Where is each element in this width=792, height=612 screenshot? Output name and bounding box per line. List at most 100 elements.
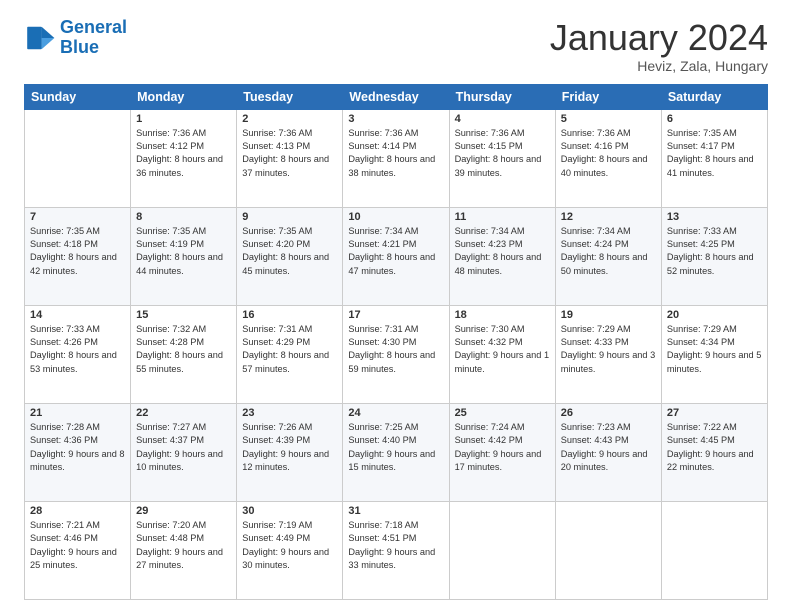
calendar-cell: 26Sunrise: 7:23 AMSunset: 4:43 PMDayligh… bbox=[555, 403, 661, 501]
calendar-cell bbox=[555, 501, 661, 599]
col-friday: Friday bbox=[555, 84, 661, 109]
day-number: 4 bbox=[455, 113, 550, 125]
cell-info: Sunrise: 7:27 AMSunset: 4:37 PMDaylight:… bbox=[136, 421, 231, 474]
col-wednesday: Wednesday bbox=[343, 84, 449, 109]
calendar-cell: 23 Sunrise: 7:26 AMSunset: 4:39 PMDayligh… bbox=[237, 403, 343, 501]
cell-info: Sunrise: 7:20 AMSunset: 4:48 PMDaylight:… bbox=[136, 519, 231, 572]
calendar-week-3: 14 Sunrise: 7:33 AMSunset: 4:26 PMDayligh… bbox=[25, 305, 768, 403]
day-number: 5 bbox=[561, 113, 656, 125]
cell-info: Sunrise: 7:26 AMSunset: 4:39 PMDaylight:… bbox=[242, 421, 337, 474]
day-number: 11 bbox=[455, 211, 550, 223]
day-number: 25 bbox=[455, 407, 550, 419]
cell-info: Sunrise: 7:36 AMSunset: 4:13 PMDaylight:… bbox=[242, 127, 337, 180]
day-number: 26 bbox=[561, 407, 656, 419]
day-number: 28 bbox=[30, 505, 125, 517]
day-number: 22 bbox=[136, 407, 231, 419]
day-number: 6 bbox=[667, 113, 762, 125]
cell-info: Sunrise: 7:36 AMSunset: 4:15 PMDaylight:… bbox=[455, 127, 550, 180]
cell-info: Sunrise: 7:35 AMSunset: 4:18 PMDaylight:… bbox=[30, 225, 125, 278]
col-saturday: Saturday bbox=[661, 84, 767, 109]
calendar-cell: 13Sunrise: 7:33 AMSunset: 4:25 PMDayligh… bbox=[661, 207, 767, 305]
calendar-week-4: 21Sunrise: 7:28 AMSunset: 4:36 PMDayligh… bbox=[25, 403, 768, 501]
calendar-cell: 19 Sunrise: 7:29 AMSunset: 4:33 PMDayligh… bbox=[555, 305, 661, 403]
cell-info: Sunrise: 7:36 AMSunset: 4:16 PMDaylight:… bbox=[561, 127, 656, 180]
calendar-cell: 29 Sunrise: 7:20 AMSunset: 4:48 PMDayligh… bbox=[131, 501, 237, 599]
day-number: 13 bbox=[667, 211, 762, 223]
day-number: 19 bbox=[561, 309, 656, 321]
logo-icon bbox=[24, 22, 56, 54]
cell-info: Sunrise: 7:36 AMSunset: 4:14 PMDaylight:… bbox=[348, 127, 443, 180]
day-number: 23 bbox=[242, 407, 337, 419]
calendar-cell: 2 Sunrise: 7:36 AMSunset: 4:13 PMDaylight… bbox=[237, 109, 343, 207]
day-number: 21 bbox=[30, 407, 125, 419]
calendar-cell: 18 Sunrise: 7:30 AMSunset: 4:32 PMDayligh… bbox=[449, 305, 555, 403]
cell-info: Sunrise: 7:33 AMSunset: 4:26 PMDaylight:… bbox=[30, 323, 125, 376]
calendar-cell: 22 Sunrise: 7:27 AMSunset: 4:37 PMDayligh… bbox=[131, 403, 237, 501]
day-number: 9 bbox=[242, 211, 337, 223]
cell-info: Sunrise: 7:29 AMSunset: 4:34 PMDaylight:… bbox=[667, 323, 762, 376]
day-number: 16 bbox=[242, 309, 337, 321]
calendar-cell: 28 Sunrise: 7:21 AMSunset: 4:46 PMDayligh… bbox=[25, 501, 131, 599]
title-block: January 2024 Heviz, Zala, Hungary bbox=[550, 18, 768, 74]
calendar-cell: 1Sunrise: 7:36 AMSunset: 4:12 PMDaylight… bbox=[131, 109, 237, 207]
calendar-week-1: 1Sunrise: 7:36 AMSunset: 4:12 PMDaylight… bbox=[25, 109, 768, 207]
cell-info: Sunrise: 7:35 AMSunset: 4:17 PMDaylight:… bbox=[667, 127, 762, 180]
cell-info: Sunrise: 7:35 AMSunset: 4:19 PMDaylight:… bbox=[136, 225, 231, 278]
calendar-cell: 9Sunrise: 7:35 AMSunset: 4:20 PMDaylight… bbox=[237, 207, 343, 305]
day-number: 18 bbox=[455, 309, 550, 321]
cell-info: Sunrise: 7:29 AMSunset: 4:33 PMDaylight:… bbox=[561, 323, 656, 376]
day-number: 24 bbox=[348, 407, 443, 419]
day-number: 17 bbox=[348, 309, 443, 321]
calendar-cell: 27Sunrise: 7:22 AMSunset: 4:45 PMDayligh… bbox=[661, 403, 767, 501]
calendar-cell: 31 Sunrise: 7:18 AMSunset: 4:51 PMDayligh… bbox=[343, 501, 449, 599]
calendar-cell: 6 Sunrise: 7:35 AMSunset: 4:17 PMDaylight… bbox=[661, 109, 767, 207]
day-number: 8 bbox=[136, 211, 231, 223]
page: General Blue January 2024 Heviz, Zala, H… bbox=[0, 0, 792, 612]
day-number: 1 bbox=[136, 113, 231, 125]
col-monday: Monday bbox=[131, 84, 237, 109]
header-row: Sunday Monday Tuesday Wednesday Thursday… bbox=[25, 84, 768, 109]
cell-info: Sunrise: 7:19 AMSunset: 4:49 PMDaylight:… bbox=[242, 519, 337, 572]
calendar-cell: 21Sunrise: 7:28 AMSunset: 4:36 PMDayligh… bbox=[25, 403, 131, 501]
day-number: 3 bbox=[348, 113, 443, 125]
day-number: 14 bbox=[30, 309, 125, 321]
calendar-cell: 14 Sunrise: 7:33 AMSunset: 4:26 PMDayligh… bbox=[25, 305, 131, 403]
calendar-cell bbox=[661, 501, 767, 599]
cell-info: Sunrise: 7:21 AMSunset: 4:46 PMDaylight:… bbox=[30, 519, 125, 572]
day-number: 31 bbox=[348, 505, 443, 517]
day-number: 15 bbox=[136, 309, 231, 321]
logo-line1: General bbox=[60, 17, 127, 37]
cell-info: Sunrise: 7:30 AMSunset: 4:32 PMDaylight:… bbox=[455, 323, 550, 376]
logo-line2: Blue bbox=[60, 37, 99, 57]
calendar-cell: 10 Sunrise: 7:34 AMSunset: 4:21 PMDayligh… bbox=[343, 207, 449, 305]
col-thursday: Thursday bbox=[449, 84, 555, 109]
calendar-cell: 24 Sunrise: 7:25 AMSunset: 4:40 PMDayligh… bbox=[343, 403, 449, 501]
cell-info: Sunrise: 7:34 AMSunset: 4:24 PMDaylight:… bbox=[561, 225, 656, 278]
calendar-cell: 16 Sunrise: 7:31 AMSunset: 4:29 PMDayligh… bbox=[237, 305, 343, 403]
cell-info: Sunrise: 7:31 AMSunset: 4:29 PMDaylight:… bbox=[242, 323, 337, 376]
calendar-table: Sunday Monday Tuesday Wednesday Thursday… bbox=[24, 84, 768, 600]
cell-info: Sunrise: 7:25 AMSunset: 4:40 PMDaylight:… bbox=[348, 421, 443, 474]
calendar-cell: 7Sunrise: 7:35 AMSunset: 4:18 PMDaylight… bbox=[25, 207, 131, 305]
col-sunday: Sunday bbox=[25, 84, 131, 109]
location-subtitle: Heviz, Zala, Hungary bbox=[550, 58, 768, 74]
calendar-cell: 11Sunrise: 7:34 AMSunset: 4:23 PMDayligh… bbox=[449, 207, 555, 305]
calendar-cell: 25 Sunrise: 7:24 AMSunset: 4:42 PMDayligh… bbox=[449, 403, 555, 501]
calendar-cell: 5 Sunrise: 7:36 AMSunset: 4:16 PMDaylight… bbox=[555, 109, 661, 207]
calendar-cell: 8 Sunrise: 7:35 AMSunset: 4:19 PMDaylight… bbox=[131, 207, 237, 305]
cell-info: Sunrise: 7:31 AMSunset: 4:30 PMDaylight:… bbox=[348, 323, 443, 376]
calendar-cell: 3 Sunrise: 7:36 AMSunset: 4:14 PMDaylight… bbox=[343, 109, 449, 207]
calendar-week-2: 7Sunrise: 7:35 AMSunset: 4:18 PMDaylight… bbox=[25, 207, 768, 305]
day-number: 27 bbox=[667, 407, 762, 419]
cell-info: Sunrise: 7:34 AMSunset: 4:21 PMDaylight:… bbox=[348, 225, 443, 278]
day-number: 30 bbox=[242, 505, 337, 517]
day-number: 29 bbox=[136, 505, 231, 517]
logo-text: General Blue bbox=[60, 18, 127, 58]
header: General Blue January 2024 Heviz, Zala, H… bbox=[24, 18, 768, 74]
cell-info: Sunrise: 7:24 AMSunset: 4:42 PMDaylight:… bbox=[455, 421, 550, 474]
cell-info: Sunrise: 7:18 AMSunset: 4:51 PMDaylight:… bbox=[348, 519, 443, 572]
month-title: January 2024 bbox=[550, 18, 768, 58]
calendar-cell bbox=[25, 109, 131, 207]
day-number: 10 bbox=[348, 211, 443, 223]
day-number: 2 bbox=[242, 113, 337, 125]
